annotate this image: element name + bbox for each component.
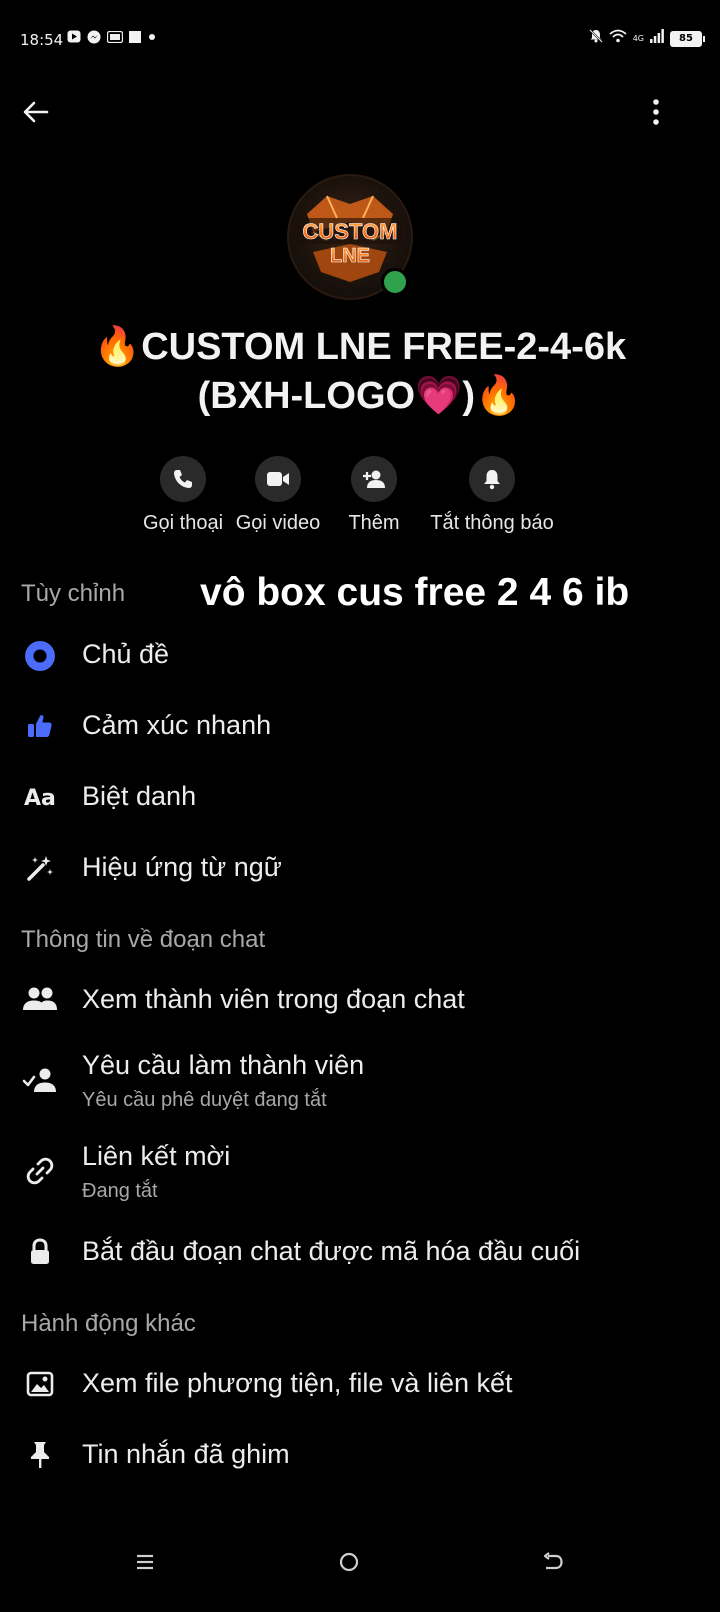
quick-actions: Gọi thoại Gọi video Thêm Tắt thông báo: [0, 456, 720, 546]
video-call-label: Gọi video: [235, 512, 321, 534]
status-time: 18:54: [20, 31, 64, 49]
menu-lines-icon: [135, 1553, 155, 1576]
text-aa-icon: Aa: [22, 778, 58, 814]
lock-icon: [22, 1234, 58, 1270]
avatar-text-line1: CUSTOM: [303, 219, 398, 244]
video-app-icon: [67, 30, 81, 48]
menu-item-label: Biệt danh: [82, 781, 197, 811]
add-person-icon: [351, 456, 397, 502]
overlay-caption: vô box cus free 2 4 6 ib: [200, 571, 630, 614]
menu-item-e2e-chat[interactable]: Bắt đầu đoạn chat được mã hóa đầu cuối: [0, 1233, 720, 1273]
pin-icon: [22, 1437, 58, 1473]
menu-item-invite-link[interactable]: Liên kết mời Đang tắt: [0, 1138, 720, 1208]
menu-item-label: Xem thành viên trong đoạn chat: [82, 984, 465, 1014]
add-member-button[interactable]: Thêm: [328, 456, 420, 535]
arrow-left-icon: [23, 101, 49, 128]
status-bar: 18:54 4G 85: [0, 0, 720, 80]
back-return-icon: [542, 1551, 564, 1577]
add-member-label: Thêm: [348, 512, 400, 534]
menu-item-pinned-messages[interactable]: Tin nhắn đã ghim: [0, 1436, 720, 1476]
menu-item-quick-reaction[interactable]: Cảm xúc nhanh: [0, 707, 720, 747]
menu-item-sublabel: Yêu cầu phê duyệt đang tắt: [82, 1089, 327, 1111]
voice-call-label: Gọi thoại: [142, 512, 224, 534]
menu-item-sublabel: Đang tắt: [82, 1180, 158, 1202]
menu-item-membership-requests[interactable]: Yêu cầu làm thành viên Yêu cầu phê duyệt…: [0, 1047, 720, 1117]
system-back-button[interactable]: [531, 1542, 575, 1586]
mute-notifications-label: Tắt thông báo: [430, 512, 554, 534]
voice-call-button[interactable]: Gọi thoại: [138, 456, 228, 535]
menu-item-label: Hiệu ứng từ ngữ: [82, 852, 282, 882]
mute-notifications-button[interactable]: Tắt thông báo: [421, 456, 563, 535]
menu-item-theme[interactable]: Chủ đề: [0, 636, 720, 676]
menu-item-label: Liên kết mời: [82, 1141, 231, 1171]
online-status-dot: [381, 268, 409, 296]
theme-dot-icon: [22, 638, 58, 674]
messenger-icon: [87, 30, 101, 49]
menu-item-label: Chủ đề: [82, 639, 170, 669]
home-button[interactable]: [327, 1542, 371, 1586]
mute-bell-icon: [588, 29, 603, 48]
back-button[interactable]: [18, 96, 54, 132]
gallery-icon: [106, 30, 124, 48]
avatar-text-line2: LNE: [330, 245, 370, 267]
phone-icon: [160, 456, 206, 502]
video-camera-icon: [255, 456, 301, 502]
thumbs-up-icon: [22, 708, 58, 744]
signal-icon: [650, 29, 664, 48]
menu-item-label: Xem file phương tiện, file và liên kết: [82, 1368, 513, 1398]
status-left-icons: [67, 30, 157, 49]
menu-item-label: Tin nhắn đã ghim: [82, 1439, 290, 1469]
link-icon: [22, 1153, 58, 1189]
menu-item-view-members[interactable]: Xem thành viên trong đoạn chat: [0, 981, 720, 1021]
wifi-icon: [609, 29, 627, 48]
menu-item-word-effects[interactable]: Hiệu ứng từ ngữ: [0, 849, 720, 889]
stop-icon: [129, 30, 141, 48]
system-nav-bar: [0, 1520, 720, 1612]
svg-text:Aa: Aa: [24, 786, 56, 811]
home-circle-icon: [338, 1551, 360, 1578]
recent-apps-button[interactable]: [123, 1542, 167, 1586]
menu-item-view-media[interactable]: Xem file phương tiện, file và liên kết: [0, 1365, 720, 1405]
person-check-icon: [22, 1062, 58, 1098]
network-label: 4G: [632, 34, 644, 43]
menu-item-label: Bắt đầu đoạn chat được mã hóa đầu cuối: [82, 1236, 581, 1266]
menu-item-label: Cảm xúc nhanh: [82, 710, 272, 740]
bell-icon: [469, 456, 515, 502]
vertical-dots-icon: [652, 98, 660, 130]
people-icon: [22, 981, 58, 1017]
image-icon: [22, 1366, 58, 1402]
status-right-icons: 4G 85: [588, 29, 705, 48]
menu-item-label: Yêu cầu làm thành viên: [82, 1050, 365, 1080]
section-header-other-actions: Hành động khác: [21, 1310, 196, 1337]
section-header-customize: Tùy chỉnh: [21, 580, 126, 607]
chat-title: 🔥CUSTOM LNE FREE-2-4-6k (BXH-LOGO💗)🔥: [93, 326, 627, 417]
more-options-button[interactable]: [638, 96, 674, 132]
section-header-chat-info: Thông tin về đoạn chat: [21, 926, 266, 953]
magic-wand-icon: [22, 850, 58, 886]
battery-icon: 85: [670, 30, 705, 47]
menu-item-nickname[interactable]: Aa Biệt danh: [0, 778, 720, 818]
video-call-button[interactable]: Gọi video: [233, 456, 323, 535]
dot-icon: [147, 30, 157, 48]
group-avatar[interactable]: CUSTOM LNE: [287, 174, 413, 300]
